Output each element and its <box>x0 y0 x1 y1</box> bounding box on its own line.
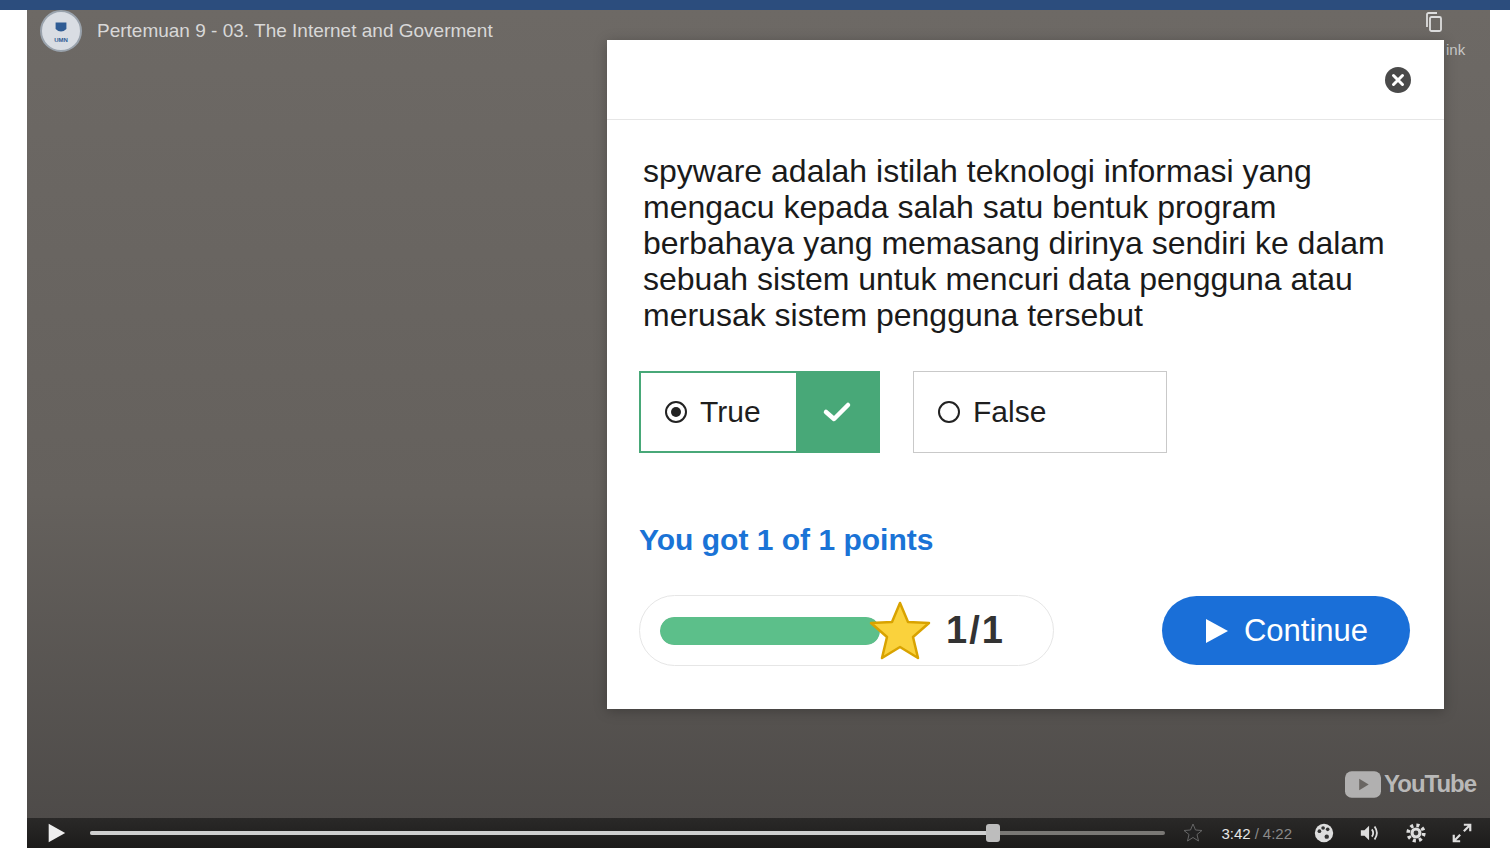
current-time: 3:42 <box>1221 825 1250 842</box>
player-controls: 3:42 / 4:22 <box>27 818 1490 848</box>
score-progress: 1/1 <box>639 595 1054 666</box>
question-text: spyware adalah istilah teknologi informa… <box>639 153 1410 333</box>
youtube-watermark[interactable]: YouTube <box>1345 770 1476 798</box>
close-icon <box>1384 66 1412 94</box>
time-separator: / <box>1255 825 1259 842</box>
play-button[interactable] <box>44 820 68 846</box>
palette-icon <box>1313 822 1335 844</box>
video-title-bar: UMN Pertemuan 9 - 03. The Internet and G… <box>40 10 493 52</box>
answer-option[interactable]: True <box>639 371 880 453</box>
quiz-dialog: spyware adalah istilah teknologi informa… <box>607 40 1444 709</box>
top-bar <box>0 0 1510 10</box>
close-button[interactable] <box>1384 66 1412 94</box>
option-label: True <box>700 395 761 429</box>
play-icon <box>1204 617 1230 645</box>
youtube-logo-icon <box>1345 771 1381 798</box>
play-icon <box>45 822 67 844</box>
star-icon <box>868 600 932 662</box>
page-margin <box>0 10 27 848</box>
radio-dot <box>671 407 681 417</box>
volume-button[interactable] <box>1356 820 1384 846</box>
dialog-body: spyware adalah istilah teknologi informa… <box>607 120 1444 709</box>
progress-fill <box>660 617 880 645</box>
dialog-header <box>607 40 1444 120</box>
emblem-icon <box>51 19 71 37</box>
seek-bar[interactable] <box>90 831 1165 835</box>
video-player: UMN Pertemuan 9 - 03. The Internet and G… <box>27 10 1490 848</box>
score-reading: 1/1 <box>946 609 1005 652</box>
score-text: You got 1 of 1 points <box>639 522 1410 558</box>
copy-icon[interactable] <box>1422 10 1446 34</box>
seek-played <box>90 831 993 835</box>
logo-text: UMN <box>54 37 68 44</box>
answer-option[interactable]: False <box>913 371 1167 453</box>
gear-icon <box>1405 822 1427 844</box>
fullscreen-button[interactable] <box>1448 820 1476 846</box>
radio-button[interactable] <box>938 401 960 423</box>
answer-options: True False <box>639 371 1410 453</box>
progress-track <box>660 617 880 645</box>
time-display: 3:42 / 4:22 <box>1221 825 1292 842</box>
channel-logo-icon[interactable]: UMN <box>40 10 82 52</box>
dialog-footer: 1/1 Continue <box>639 595 1410 666</box>
fullscreen-icon <box>1451 822 1473 844</box>
copy-link-label[interactable]: ink <box>1446 41 1465 58</box>
radio-button[interactable] <box>665 401 687 423</box>
option-content: False <box>914 372 1166 452</box>
duration: 4:22 <box>1263 825 1292 842</box>
bookmark-star-icon[interactable] <box>1183 823 1203 843</box>
continue-label: Continue <box>1244 613 1368 649</box>
correct-marker <box>796 373 878 451</box>
seek-handle[interactable] <box>986 824 1000 842</box>
volume-icon <box>1359 822 1381 844</box>
option-content: True <box>641 373 796 451</box>
checkmark-icon <box>822 400 852 424</box>
page-margin <box>1490 10 1510 848</box>
page: UMN Pertemuan 9 - 03. The Internet and G… <box>0 0 1510 848</box>
continue-button[interactable]: Continue <box>1162 596 1410 665</box>
settings-button[interactable] <box>1402 820 1430 846</box>
video-title[interactable]: Pertemuan 9 - 03. The Internet and Gover… <box>97 20 493 42</box>
watermark-text: YouTube <box>1384 770 1476 798</box>
speed-button[interactable] <box>1310 820 1338 846</box>
option-label: False <box>973 395 1046 429</box>
